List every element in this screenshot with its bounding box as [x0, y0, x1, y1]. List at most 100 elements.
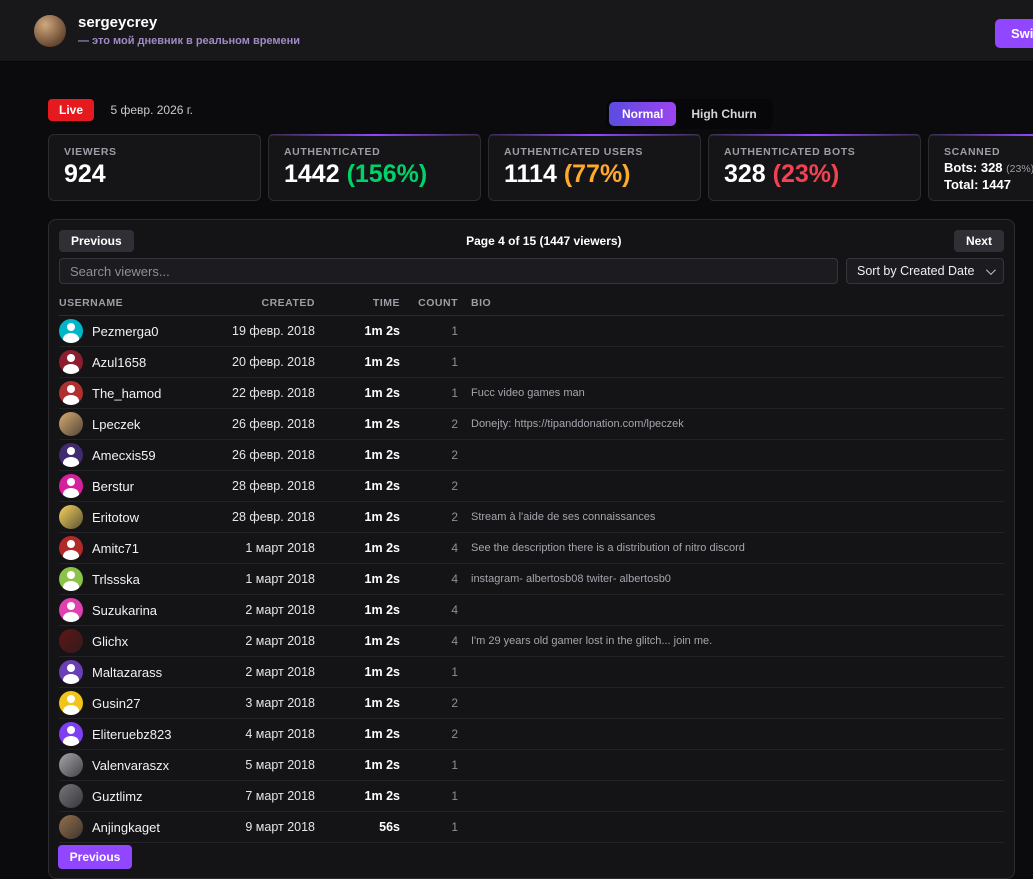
- row-username[interactable]: Eritotow: [92, 510, 139, 525]
- row-created: 7 март 2018: [205, 789, 315, 803]
- table-row[interactable]: Eliteruebz823 4 март 2018 1m 2s 2: [59, 719, 1004, 750]
- username-cell: Guztlimz: [59, 784, 205, 808]
- pagination-row: Previous Page 4 of 15 (1447 viewers) Nex…: [59, 230, 1004, 252]
- row-count: 1: [400, 386, 458, 400]
- table-row[interactable]: Maltazarass 2 март 2018 1m 2s 1: [59, 657, 1004, 688]
- username-cell: Eritotow: [59, 505, 205, 529]
- row-count: 2: [400, 510, 458, 524]
- row-username[interactable]: Glichx: [92, 634, 128, 649]
- table-row[interactable]: Gusin27 3 март 2018 1m 2s 2: [59, 688, 1004, 719]
- row-time: 1m 2s: [315, 758, 400, 772]
- username-cell: Lpeczek: [59, 412, 205, 436]
- table-row[interactable]: Eritotow 28 февр. 2018 1m 2s 2 Stream à …: [59, 502, 1004, 533]
- row-bio: Stream à l'aide de ses connaissances: [458, 511, 1004, 523]
- row-username[interactable]: Anjingkaget: [92, 820, 160, 835]
- profile-avatar: [34, 15, 66, 47]
- row-username[interactable]: Pezmerga0: [92, 324, 158, 339]
- table-row[interactable]: The_hamod 22 февр. 2018 1m 2s 1 Fucc vid…: [59, 378, 1004, 409]
- table-row[interactable]: Glichx 2 март 2018 1m 2s 4 I'm 29 years …: [59, 626, 1004, 657]
- row-username[interactable]: Eliteruebz823: [92, 727, 172, 742]
- live-badge: Live: [48, 99, 94, 121]
- row-username[interactable]: Amitc71: [92, 541, 139, 556]
- row-created: 28 февр. 2018: [205, 510, 315, 524]
- username-cell: The_hamod: [59, 381, 205, 405]
- previous-button[interactable]: Previous: [59, 230, 134, 252]
- table-row[interactable]: Lpeczek 26 февр. 2018 1m 2s 2 Donejty: h…: [59, 409, 1004, 440]
- user-avatar: [59, 505, 83, 529]
- viewers-panel: Previous Page 4 of 15 (1447 viewers) Nex…: [48, 219, 1015, 879]
- col-header-bio: BIO: [458, 297, 1004, 309]
- bottom-previous-button[interactable]: Previous: [58, 845, 132, 869]
- stat-label: AUTHENTICATED: [284, 146, 465, 158]
- page-info: Page 4 of 15 (1447 viewers): [466, 234, 621, 248]
- sort-dropdown[interactable]: Sort by Created Date: [846, 258, 1004, 284]
- row-username[interactable]: Suzukarina: [92, 603, 157, 618]
- stat-value: 924: [64, 161, 245, 189]
- table-row[interactable]: Amecxis59 26 февр. 2018 1m 2s 2: [59, 440, 1004, 471]
- row-time: 1m 2s: [315, 634, 400, 648]
- stream-date: 5 февр. 2026 г.: [110, 103, 193, 117]
- user-avatar: [59, 567, 83, 591]
- table-row[interactable]: Trlssska 1 март 2018 1m 2s 4 instagram- …: [59, 564, 1004, 595]
- table-row[interactable]: Anjingkaget 9 март 2018 56s 1: [59, 812, 1004, 843]
- row-created: 4 март 2018: [205, 727, 315, 741]
- row-time: 56s: [315, 820, 400, 834]
- row-time: 1m 2s: [315, 727, 400, 741]
- row-username[interactable]: Trlssska: [92, 572, 140, 587]
- username-cell: Azul1658: [59, 350, 205, 374]
- next-button[interactable]: Next: [954, 230, 1004, 252]
- row-count: 2: [400, 417, 458, 431]
- row-username[interactable]: Maltazarass: [92, 665, 162, 680]
- row-count: 2: [400, 479, 458, 493]
- stat-value: 328 (23%): [724, 161, 905, 189]
- username-cell: Amecxis59: [59, 443, 205, 467]
- row-username[interactable]: Berstur: [92, 479, 134, 494]
- row-created: 2 март 2018: [205, 603, 315, 617]
- row-created: 22 февр. 2018: [205, 386, 315, 400]
- row-count: 1: [400, 665, 458, 679]
- table-header-row: USERNAME CREATED TIME COUNT BIO: [59, 290, 1004, 316]
- user-avatar: [59, 753, 83, 777]
- table-row[interactable]: Berstur 28 февр. 2018 1m 2s 2: [59, 471, 1004, 502]
- table-row[interactable]: Pezmerga0 19 февр. 2018 1m 2s 1: [59, 316, 1004, 347]
- row-username[interactable]: Amecxis59: [92, 448, 156, 463]
- table-row[interactable]: Amitc71 1 март 2018 1m 2s 4 See the desc…: [59, 533, 1004, 564]
- scanned-total-value: 1447: [982, 177, 1011, 192]
- table-row[interactable]: Guztlimz 7 март 2018 1m 2s 1: [59, 781, 1004, 812]
- switch-button[interactable]: Switch: [995, 19, 1033, 48]
- row-created: 26 февр. 2018: [205, 417, 315, 431]
- row-bio: instagram- albertosb08 twiter- albertosb…: [458, 573, 1004, 585]
- table-row[interactable]: Azul1658 20 февр. 2018 1m 2s 1: [59, 347, 1004, 378]
- table-body: Pezmerga0 19 февр. 2018 1m 2s 1 Azul1658…: [59, 316, 1004, 843]
- username-cell: Anjingkaget: [59, 815, 205, 839]
- row-username[interactable]: Lpeczek: [92, 417, 140, 432]
- row-username[interactable]: Guztlimz: [92, 789, 143, 804]
- stat-card-authenticated-bots: AUTHENTICATED BOTS 328 (23%): [708, 134, 921, 201]
- row-username[interactable]: Valenvaraszx: [92, 758, 169, 773]
- username-cell: Suzukarina: [59, 598, 205, 622]
- viewers-table: USERNAME CREATED TIME COUNT BIO Pezmerga…: [59, 290, 1004, 843]
- user-avatar: [59, 319, 83, 343]
- row-username[interactable]: The_hamod: [92, 386, 161, 401]
- scanned-bots-label: Bots:: [944, 160, 977, 175]
- username-cell: Valenvaraszx: [59, 753, 205, 777]
- stat-label: AUTHENTICATED BOTS: [724, 146, 905, 158]
- table-row[interactable]: Suzukarina 2 март 2018 1m 2s 4: [59, 595, 1004, 626]
- row-time: 1m 2s: [315, 572, 400, 586]
- row-bio: Fucc video games man: [458, 387, 1004, 399]
- mode-normal-button[interactable]: Normal: [609, 102, 676, 126]
- username-cell: Amitc71: [59, 536, 205, 560]
- search-input[interactable]: [59, 258, 838, 284]
- row-count: 1: [400, 758, 458, 772]
- row-count: 4: [400, 634, 458, 648]
- stat-card-authenticated: AUTHENTICATED 1442 (156%): [268, 134, 481, 201]
- row-username[interactable]: Gusin27: [92, 696, 140, 711]
- user-avatar: [59, 350, 83, 374]
- toolbar: Live 5 февр. 2026 г. Normal High Churn: [48, 99, 1033, 125]
- table-row[interactable]: Valenvaraszx 5 март 2018 1m 2s 1: [59, 750, 1004, 781]
- row-username[interactable]: Azul1658: [92, 355, 146, 370]
- col-header-created: CREATED: [205, 297, 315, 309]
- stat-number: 1114: [504, 160, 557, 188]
- mode-high-churn-button[interactable]: High Churn: [678, 102, 769, 126]
- scanned-bots-line: Bots: 328 (23%): [944, 160, 1033, 175]
